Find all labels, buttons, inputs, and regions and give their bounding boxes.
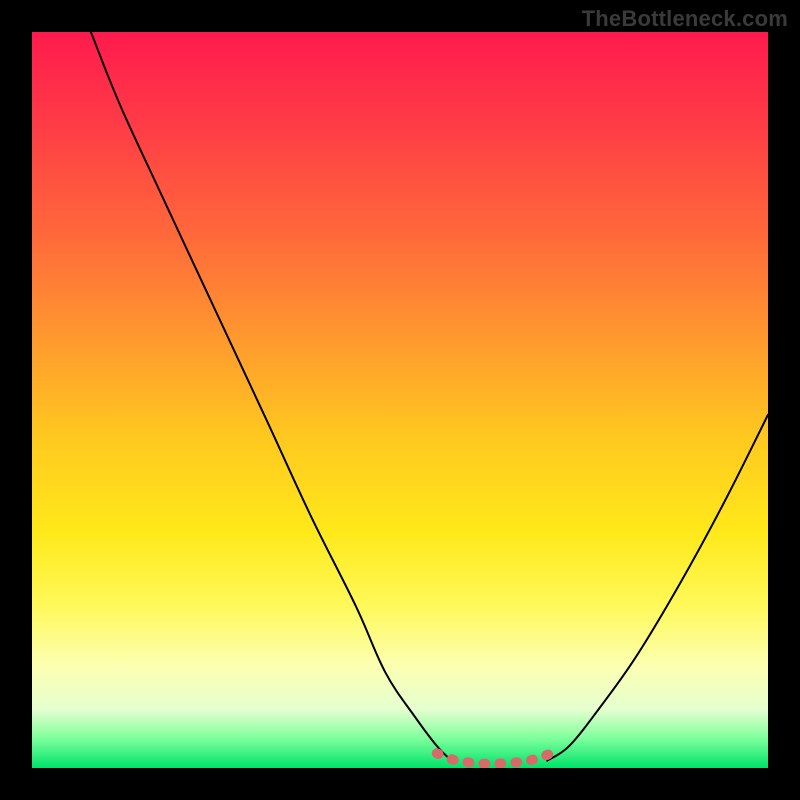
flat-region-marker bbox=[437, 752, 555, 764]
watermark-text: TheBottleneck.com bbox=[582, 6, 788, 32]
plot-area bbox=[32, 32, 768, 768]
chart-frame: TheBottleneck.com bbox=[0, 0, 800, 800]
right-curve bbox=[547, 415, 768, 761]
left-curve bbox=[91, 32, 452, 761]
curve-layer bbox=[32, 32, 768, 768]
